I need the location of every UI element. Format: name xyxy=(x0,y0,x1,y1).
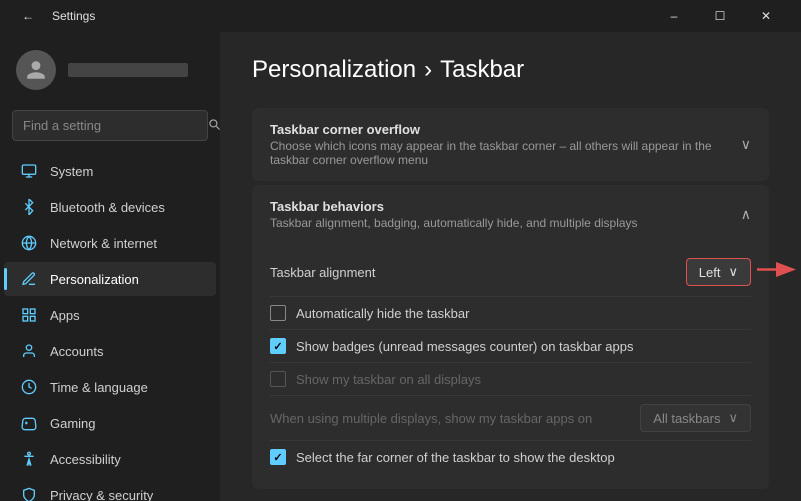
section-behaviors-header[interactable]: Taskbar behaviors Taskbar alignment, bad… xyxy=(252,185,769,244)
section-behaviors-text: Taskbar behaviors Taskbar alignment, bad… xyxy=(270,199,638,230)
multi-display-dropdown[interactable]: All taskbars ∨ xyxy=(640,404,751,432)
sidebar-item-label: Accounts xyxy=(50,344,103,359)
sidebar-item-bluetooth[interactable]: Bluetooth & devices xyxy=(4,190,216,224)
title-bar: ← Settings – ☐ ✕ xyxy=(0,0,801,32)
search-box[interactable] xyxy=(12,110,208,141)
sidebar-item-label: Personalization xyxy=(50,272,139,287)
sidebar-item-privacy[interactable]: Privacy & security xyxy=(4,478,216,501)
sidebar-item-label: Privacy & security xyxy=(50,488,153,501)
sidebar-item-label: Network & internet xyxy=(50,236,157,251)
system-icon xyxy=(20,162,38,180)
sidebar-profile xyxy=(0,40,220,106)
page-header: Personalization › Taskbar xyxy=(252,56,769,84)
window-title: Settings xyxy=(52,9,95,23)
sidebar-item-apps[interactable]: Apps xyxy=(4,298,216,332)
section-behaviors: Taskbar behaviors Taskbar alignment, bad… xyxy=(252,185,769,489)
close-button[interactable]: ✕ xyxy=(743,0,789,32)
sidebar-item-label: Bluetooth & devices xyxy=(50,200,165,215)
chevron-down-icon: ∨ xyxy=(728,264,738,280)
sidebar-item-accounts[interactable]: Accounts xyxy=(4,334,216,368)
badges-row: Show badges (unread messages counter) on… xyxy=(270,330,751,363)
search-input[interactable] xyxy=(23,118,199,133)
section-corner-overflow-title: Taskbar corner overflow xyxy=(270,122,741,137)
red-arrow-annotation xyxy=(755,260,799,285)
alignment-value: Left xyxy=(699,265,721,280)
sidebar-item-label: Gaming xyxy=(50,416,96,431)
section-corner-overflow-desc: Choose which icons may appear in the tas… xyxy=(270,139,741,167)
section-behaviors-body: Taskbar alignment Left ∨ xyxy=(252,244,769,489)
badges-label: Show badges (unread messages counter) on… xyxy=(296,339,633,354)
maximize-button[interactable]: ☐ xyxy=(697,0,743,32)
network-icon xyxy=(20,234,38,252)
auto-hide-label: Automatically hide the taskbar xyxy=(296,306,469,321)
sidebar: System Bluetooth & devices Network & int… xyxy=(0,32,220,501)
multi-display-label: When using multiple displays, show my ta… xyxy=(270,411,592,426)
auto-hide-row: Automatically hide the taskbar xyxy=(270,297,751,330)
avatar xyxy=(16,50,56,90)
gaming-icon xyxy=(20,414,38,432)
time-icon xyxy=(20,378,38,396)
alignment-label: Taskbar alignment xyxy=(270,265,376,280)
section-corner-overflow: Taskbar corner overflow Choose which ico… xyxy=(252,108,769,181)
alignment-control: Left ∨ xyxy=(686,258,751,286)
chevron-down-icon: ∨ xyxy=(741,136,751,153)
all-displays-label: Show my taskbar on all displays xyxy=(296,372,481,387)
sidebar-item-personalization[interactable]: Personalization xyxy=(4,262,216,296)
section-corner-overflow-text: Taskbar corner overflow Choose which ico… xyxy=(270,122,741,167)
breadcrumb-separator: › xyxy=(424,56,432,84)
section-corner-overflow-header[interactable]: Taskbar corner overflow Choose which ico… xyxy=(252,108,769,181)
privacy-icon xyxy=(20,486,38,501)
accessibility-icon xyxy=(20,450,38,468)
multi-display-row: When using multiple displays, show my ta… xyxy=(270,396,751,441)
apps-icon xyxy=(20,306,38,324)
all-displays-checkbox[interactable] xyxy=(270,371,286,387)
sidebar-item-time[interactable]: Time & language xyxy=(4,370,216,404)
section-behaviors-desc: Taskbar alignment, badging, automaticall… xyxy=(270,216,638,230)
window-controls: – ☐ ✕ xyxy=(651,0,789,32)
accounts-icon xyxy=(20,342,38,360)
sidebar-item-label: Time & language xyxy=(50,380,148,395)
breadcrumb-current: Taskbar xyxy=(440,56,524,84)
far-corner-row: Select the far corner of the taskbar to … xyxy=(270,441,751,473)
all-displays-row: Show my taskbar on all displays xyxy=(270,363,751,396)
sidebar-item-label: Accessibility xyxy=(50,452,121,467)
profile-name-placeholder xyxy=(68,63,188,77)
sidebar-item-accessibility[interactable]: Accessibility xyxy=(4,442,216,476)
breadcrumb-parent: Personalization xyxy=(252,56,416,84)
multi-display-value: All taskbars xyxy=(653,411,720,426)
title-bar-left: ← Settings xyxy=(12,0,95,32)
badges-checkbox[interactable] xyxy=(270,338,286,354)
minimize-button[interactable]: – xyxy=(651,0,697,32)
chevron-up-icon: ∧ xyxy=(741,206,751,223)
main-content: Personalization › Taskbar Taskbar corner… xyxy=(220,32,801,501)
sidebar-item-label: System xyxy=(50,164,93,179)
sidebar-item-network[interactable]: Network & internet xyxy=(4,226,216,260)
alignment-dropdown[interactable]: Left ∨ xyxy=(686,258,751,286)
chevron-down-icon: ∨ xyxy=(728,410,738,426)
far-corner-checkbox[interactable] xyxy=(270,449,286,465)
alignment-row: Taskbar alignment Left ∨ xyxy=(270,248,751,297)
app-body: System Bluetooth & devices Network & int… xyxy=(0,32,801,501)
back-button[interactable]: ← xyxy=(12,0,44,32)
auto-hide-checkbox[interactable] xyxy=(270,305,286,321)
far-corner-label: Select the far corner of the taskbar to … xyxy=(296,450,615,465)
sidebar-item-system[interactable]: System xyxy=(4,154,216,188)
bluetooth-icon xyxy=(20,198,38,216)
search-icon xyxy=(207,117,220,134)
personalization-icon xyxy=(20,270,38,288)
sidebar-item-gaming[interactable]: Gaming xyxy=(4,406,216,440)
sidebar-item-label: Apps xyxy=(50,308,80,323)
section-behaviors-title: Taskbar behaviors xyxy=(270,199,638,214)
